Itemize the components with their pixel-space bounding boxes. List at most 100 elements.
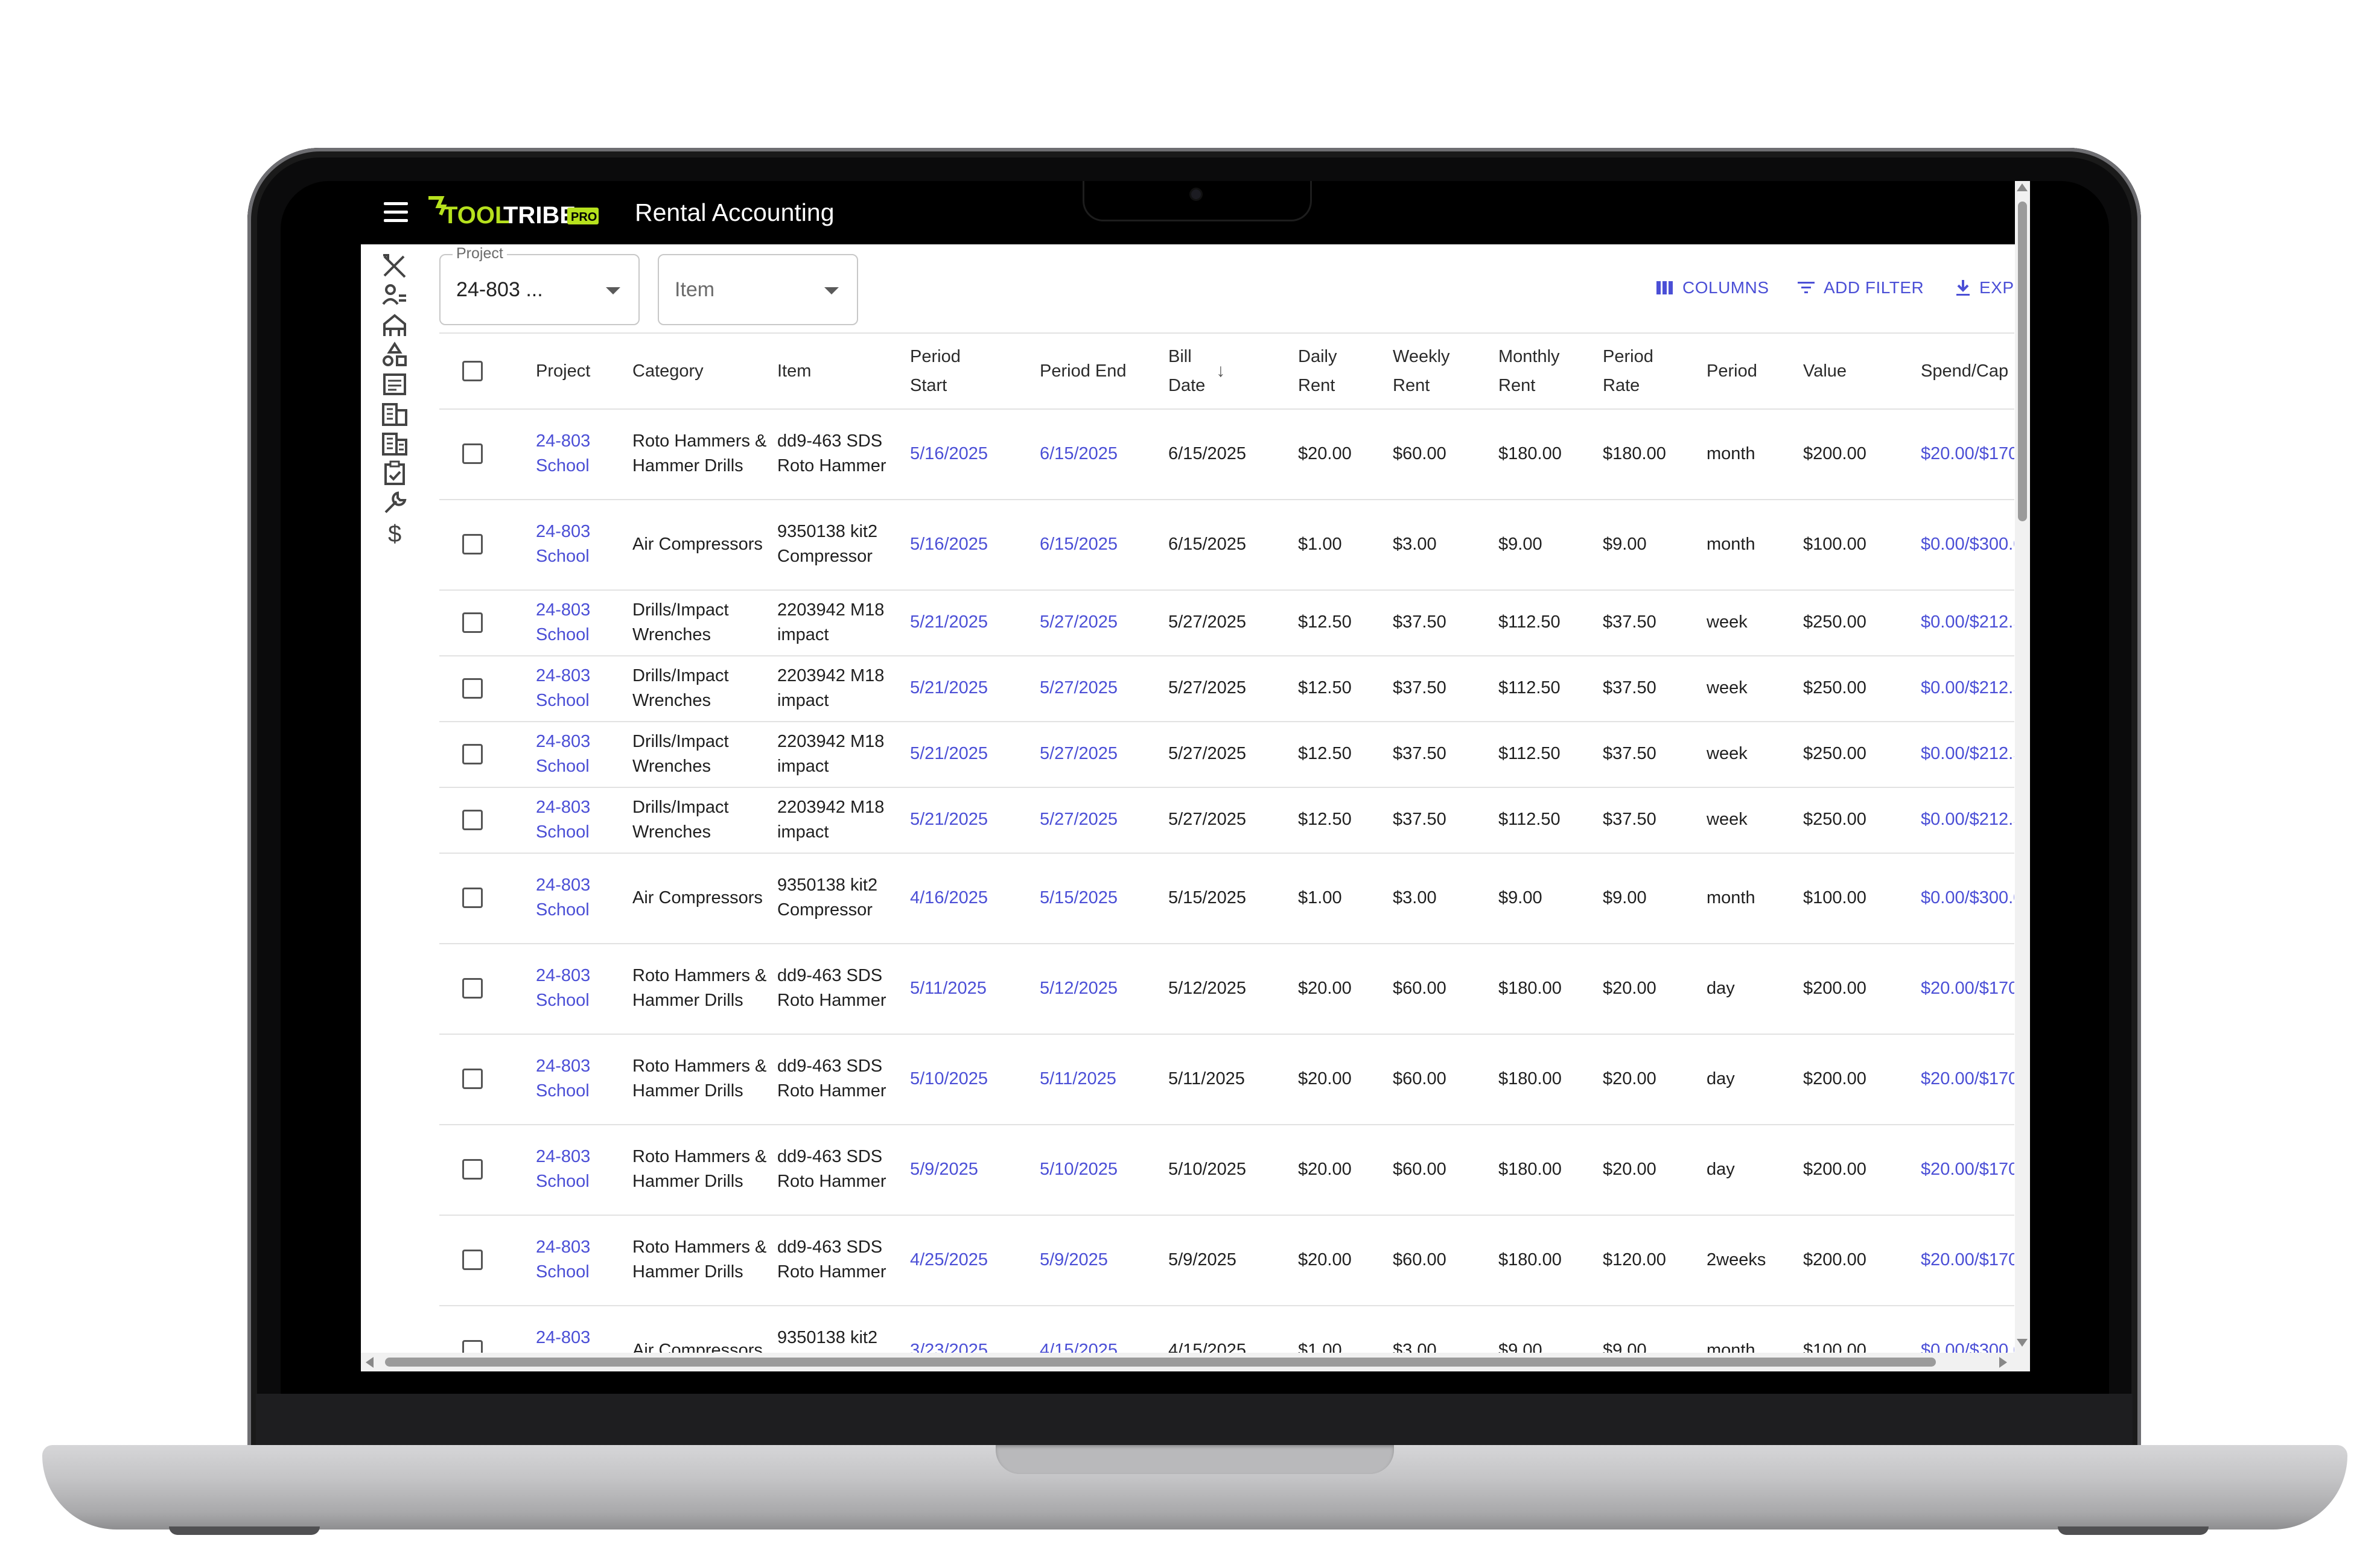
cell-period-start-text[interactable]: 5/16/2025 [910,532,988,557]
cell-period-start-text[interactable]: 4/25/2025 [910,1248,988,1272]
cell-period-start-text[interactable]: 5/21/2025 [910,807,988,832]
cell-project[interactable]: 24-803 School [536,499,626,589]
cell-project[interactable]: 24-803 School [536,655,626,721]
scroll-up-arrow-icon[interactable] [2017,183,2028,191]
item-select[interactable]: Item [658,254,858,325]
cell-project-text[interactable]: 24-803 School [536,1145,590,1194]
cell-period-end[interactable]: 5/27/2025 [1040,787,1163,853]
column-header-daily-rent[interactable]: Daily Rent [1298,334,1389,408]
table-row[interactable]: 24-803 School Drills/Impact Wrenches 22039… [439,721,2014,788]
clipboard-check-icon[interactable] [381,460,409,486]
column-header-period-rate[interactable]: Period Rate [1603,334,1702,408]
cell-period-start[interactable]: 5/11/2025 [910,943,1037,1034]
cell-period-start[interactable]: 5/21/2025 [910,655,1037,721]
cell-period-start-text[interactable]: 5/9/2025 [910,1157,978,1182]
cell-period-end[interactable]: 6/15/2025 [1040,499,1163,589]
scroll-left-arrow-icon[interactable] [366,1357,374,1368]
cell-project-text[interactable]: 24-803 School [536,873,590,923]
cell-period-end[interactable]: 6/15/2025 [1040,408,1163,499]
cell-period-end-text[interactable]: 5/27/2025 [1040,742,1118,766]
cell-spend-cap[interactable]: $0.00/$212.50 [1921,787,2014,853]
cell-period-start[interactable]: 5/16/2025 [910,499,1037,589]
cell-period-end-text[interactable]: 6/15/2025 [1040,532,1118,557]
row-checkbox[interactable] [462,809,483,830]
cell-spend-cap[interactable]: $20.00/$170.00 [1921,408,2014,499]
cell-period-end[interactable]: 5/27/2025 [1040,655,1163,721]
cell-period-start-text[interactable]: 4/16/2025 [910,886,988,910]
select-all-checkbox[interactable] [462,361,483,381]
table-row[interactable]: 24-803 School Roto Hammers & Hammer Drill… [439,1034,2014,1125]
cell-period-start-text[interactable]: 5/11/2025 [910,976,987,1001]
cell-project-text[interactable]: 24-803 School [536,964,590,1013]
add-filter-button[interactable]: ADD FILTER [1797,276,1924,300]
cell-period-end-text[interactable]: 5/15/2025 [1040,886,1118,910]
cell-spend-cap[interactable]: $0.00/$212.50 [1921,589,2014,655]
cell-project-text[interactable]: 24-803 School [536,664,590,713]
cell-period-start-text[interactable]: 5/10/2025 [910,1067,988,1091]
row-checkbox[interactable] [462,888,483,908]
row-checkbox[interactable] [462,978,483,999]
vertical-scroll-thumb[interactable] [2018,202,2027,521]
row-checkbox[interactable] [462,743,483,764]
column-header-project[interactable]: Project [536,334,626,408]
cell-project-text[interactable]: 24-803 School [536,429,590,478]
document-icon[interactable] [381,371,409,398]
table-row[interactable]: 24-803 School Drills/Impact Wrenches 22039… [439,787,2014,854]
tools-icon[interactable] [381,253,409,279]
dollar-icon[interactable]: $ [381,519,409,547]
row-checkbox[interactable] [462,534,483,554]
column-header-spend-cap[interactable]: Spend/Cap [1921,334,2014,408]
table-row[interactable]: 24-803 School Air Compressors 9350138 kit2… [439,853,2014,944]
cell-spend-cap-text[interactable]: $0.00/$212.50 [1921,676,2014,700]
cell-project-text[interactable]: 24-803 School [536,598,590,647]
cell-spend-cap[interactable]: $0.00/$212.50 [1921,655,2014,721]
cell-project[interactable]: 24-803 School [536,589,626,655]
cell-period-end[interactable]: 5/11/2025 [1040,1034,1163,1124]
cell-spend-cap-text[interactable]: $20.00/$170.00 [1921,976,2014,1001]
cell-project-text[interactable]: 24-803 School [536,729,590,779]
cell-project[interactable]: 24-803 School [536,1124,626,1215]
shapes-icon[interactable] [381,341,409,368]
row-checkbox[interactable] [462,678,483,699]
cell-period-end-text[interactable]: 5/12/2025 [1040,976,1118,1001]
project-select[interactable]: Project 24-803 ... [439,245,640,325]
table-row[interactable]: 24-803 School Air Compressors 9350138 kit2… [439,499,2014,591]
cell-project-text[interactable]: 24-803 School [536,519,590,569]
cell-project[interactable]: 24-803 School [536,408,626,499]
cell-period-start[interactable]: 5/10/2025 [910,1034,1037,1124]
cell-spend-cap-text[interactable]: $0.00/$300.00 [1921,532,2014,557]
building-alt-icon[interactable] [381,430,409,457]
cell-period-start[interactable]: 4/16/2025 [910,853,1037,943]
cell-spend-cap-text[interactable]: $20.00/$170.00 [1921,1067,2014,1091]
table-row[interactable]: 24-803 School Roto Hammers & Hammer Drill… [439,1124,2014,1216]
cell-spend-cap[interactable]: $20.00/$170.00 [1921,1034,2014,1124]
row-checkbox[interactable] [462,1250,483,1270]
column-header-period[interactable]: Period [1707,334,1800,408]
row-checkbox[interactable] [462,443,483,464]
scroll-right-arrow-icon[interactable] [1999,1357,2007,1368]
building-icon[interactable] [381,401,409,427]
cell-period-end-text[interactable]: 5/27/2025 [1040,676,1118,700]
cell-project[interactable]: 24-803 School [536,1215,626,1305]
column-header-weekly-rent[interactable]: Weekly Rent [1393,334,1495,408]
cell-project[interactable]: 24-803 School [536,787,626,853]
cell-period-end-text[interactable]: 5/27/2025 [1040,610,1118,635]
horizontal-scroll-thumb[interactable] [385,1358,1936,1367]
cell-period-end[interactable]: 5/15/2025 [1040,853,1163,943]
cell-period-end[interactable]: 5/27/2025 [1040,721,1163,787]
wrench-icon[interactable] [381,489,409,516]
cell-project-text[interactable]: 24-803 School [536,795,590,845]
cell-period-start[interactable]: 5/16/2025 [910,408,1037,499]
scroll-down-arrow-icon[interactable] [2017,1339,2028,1347]
cell-spend-cap[interactable]: $0.00/$300.00 [1921,853,2014,943]
cell-project[interactable]: 24-803 School [536,853,626,943]
row-checkbox[interactable] [462,612,483,633]
cell-spend-cap-text[interactable]: $0.00/$212.50 [1921,807,2014,832]
vertical-scrollbar[interactable] [2015,181,2030,1371]
cell-spend-cap-text[interactable]: $0.00/$300.00 [1921,886,2014,910]
cell-period-end[interactable]: 5/9/2025 [1040,1215,1163,1305]
column-header-period-start[interactable]: Period Start [910,334,1037,408]
cell-period-start[interactable]: 4/25/2025 [910,1215,1037,1305]
cell-period-start[interactable]: 5/21/2025 [910,721,1037,787]
column-header-value[interactable]: Value [1803,334,1918,408]
